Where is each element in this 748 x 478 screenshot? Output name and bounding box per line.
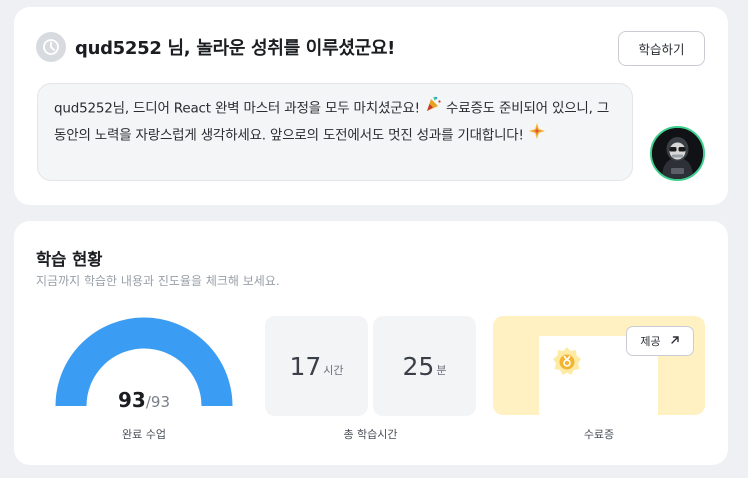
welcome-title: qud5252 님, 놀라운 성취를 이루셨군요! [75, 38, 396, 59]
completed-count: 93 [118, 388, 146, 412]
arrow-up-right-icon [670, 335, 680, 348]
sparkle-icon [528, 122, 546, 149]
total-count: /93 [145, 393, 170, 411]
certificate-preview: 제공 [493, 316, 705, 415]
section-subtitle: 지금까지 학습한 내용과 진도율을 체크해 보세요. [36, 274, 280, 288]
hours-value: 17 [289, 351, 322, 381]
completion-value: 93/93 [55, 388, 233, 412]
welcome-header: qud5252 님, 놀라운 성취를 이루셨군요! [36, 32, 395, 62]
congrats-text-part1: qud5252님, 드디어 React 완벽 마스터 과정을 모두 마치셨군요! [54, 100, 420, 117]
certificate-label: 수료증 [583, 428, 615, 441]
hours-box: 17 시간 [265, 316, 368, 416]
provide-certificate-button[interactable]: 제공 [626, 326, 694, 356]
total-time-label: 총 학습시간 [343, 428, 398, 441]
clock-badge-icon [36, 32, 66, 62]
learning-status-card: 학습 현황 지금까지 학습한 내용과 진도율을 체크해 보세요. 93/93 완… [14, 221, 728, 465]
study-button[interactable]: 학습하기 [618, 31, 705, 66]
provide-button-label: 제공 [640, 335, 661, 348]
hours-unit: 시간 [323, 364, 344, 377]
minutes-box: 25 분 [373, 316, 476, 416]
congrats-message: qud5252님, 드디어 React 완벽 마스터 과정을 모두 마치셨군요!… [37, 83, 633, 181]
minutes-unit: 분 [436, 364, 447, 377]
medal-icon [551, 346, 583, 382]
section-title: 학습 현황 [36, 250, 103, 269]
party-popper-icon [424, 95, 442, 122]
completed-label: 완료 수업 [122, 428, 166, 441]
minutes-value: 25 [402, 351, 435, 381]
welcome-card: qud5252 님, 놀라운 성취를 이루셨군요! 학습하기 qud5252님,… [14, 7, 728, 205]
avatar [650, 126, 705, 181]
